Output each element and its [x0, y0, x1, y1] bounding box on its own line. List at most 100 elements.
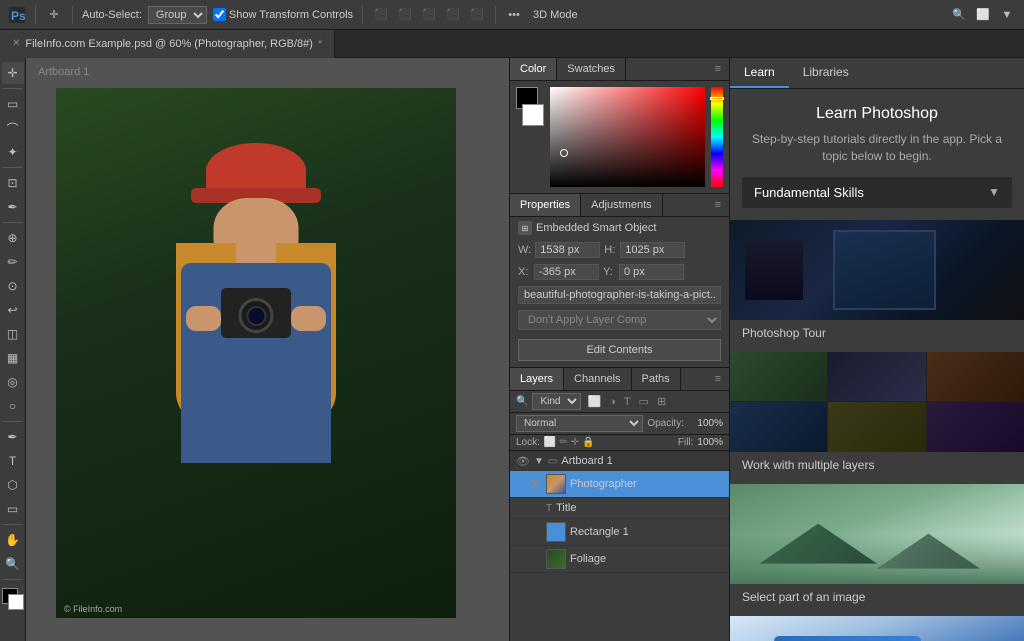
learn-title: Learn Photoshop [750, 105, 1004, 123]
lock-artboard-icon[interactable]: 🔒 [582, 437, 594, 448]
healing-tool[interactable]: ⊕ [2, 227, 24, 249]
swatches-tab[interactable]: Swatches [557, 58, 626, 80]
lock-label: Lock: [516, 437, 540, 448]
y-input[interactable] [619, 264, 684, 280]
transform-checkbox-label[interactable]: Show Transform Controls [213, 8, 353, 21]
eyedropper-tool[interactable]: ✒ [2, 196, 24, 218]
pixel-filter-btn[interactable]: ⬜ [585, 394, 603, 409]
tutorial-card-layers[interactable]: Work with multiple layers [730, 352, 1024, 482]
channels-tab[interactable]: Channels [564, 368, 631, 390]
layer-item-rectangle[interactable]: 👁 Rectangle 1 [510, 519, 729, 546]
libraries-tab[interactable]: Libraries [789, 58, 863, 88]
rectangle-visibility[interactable]: 👁 [528, 525, 542, 539]
more-icon[interactable]: ••• [505, 6, 523, 24]
smart-filter-btn[interactable]: ⊞ [655, 394, 668, 409]
color-hue-spectrum[interactable] [711, 87, 723, 187]
move-tool-icon[interactable]: ✛ [45, 6, 63, 24]
color-panel-menu[interactable]: ≡ [707, 58, 729, 80]
paths-tab[interactable]: Paths [632, 368, 681, 390]
layers-tab[interactable]: Layers [510, 368, 564, 390]
foliage-visibility[interactable]: 👁 [528, 552, 542, 566]
height-input[interactable] [620, 242, 685, 258]
lock-pixel-icon[interactable]: ✏ [559, 437, 567, 448]
tutorial-card-select[interactable]: Select part of an image [730, 484, 1024, 614]
layers-search-icon[interactable]: 🔍 [516, 396, 528, 407]
shape-tool[interactable]: ▭ [2, 498, 24, 520]
pen-tool[interactable]: ✒ [2, 426, 24, 448]
lock-position-icon[interactable]: ✛ [571, 437, 579, 448]
distribute2-icon[interactable]: ⬛ [468, 6, 486, 24]
workspace-icon[interactable]: ⬜ [974, 6, 992, 24]
toolbar-separator-3 [362, 6, 363, 24]
quick-select-tool[interactable]: ✦ [2, 141, 24, 163]
file-tab[interactable]: ✕ FileInfo.com Example.psd @ 60% (Photog… [0, 30, 335, 58]
shape-filter-btn[interactable]: ▭ [637, 394, 651, 409]
tab-close-icon[interactable]: ✕ [12, 38, 20, 49]
align-center-icon[interactable]: ⬛ [396, 6, 414, 24]
artboard-visibility[interactable]: 👁 [516, 454, 530, 468]
move-tool[interactable]: ✛ [2, 62, 24, 84]
more-options-icon[interactable]: ▼ [998, 6, 1016, 24]
camera-lens [239, 298, 274, 333]
transform-checkbox[interactable] [213, 8, 226, 21]
gradient-tool[interactable]: ▦ [2, 347, 24, 369]
tool-separator-6 [3, 579, 23, 580]
tool-separator-5 [3, 524, 23, 525]
blend-mode-select[interactable]: Normal [516, 415, 643, 432]
layer-item-title[interactable]: 👁 T Title [510, 498, 729, 519]
eraser-tool[interactable]: ◫ [2, 323, 24, 345]
distribute-icon[interactable]: ⬛ [444, 6, 462, 24]
type-filter-btn[interactable]: T [622, 395, 633, 409]
layer-item-foliage[interactable]: 👁 Foliage [510, 546, 729, 573]
adjustment-filter-btn[interactable]: ◑ [607, 395, 618, 409]
width-input[interactable] [535, 242, 600, 258]
properties-tab[interactable]: Properties [510, 194, 581, 216]
x-input[interactable] [534, 264, 599, 280]
fg-bg-colors[interactable] [2, 588, 24, 610]
clone-tool[interactable]: ⊙ [2, 275, 24, 297]
right-hand [291, 306, 326, 331]
tutorial-card-tour[interactable]: Photoshop Tour [730, 220, 1024, 350]
path-tool[interactable]: ⬡ [2, 474, 24, 496]
artboard-expand-icon[interactable]: ▼ [534, 456, 544, 467]
hand-tool[interactable]: ✋ [2, 529, 24, 551]
artboard-group[interactable]: 👁 ▼ ▭ Artboard 1 [510, 451, 729, 471]
layers-panel-menu[interactable]: ≡ [707, 368, 729, 390]
blur-tool[interactable]: ◎ [2, 371, 24, 393]
layer-comp-select[interactable]: Don't Apply Layer Comp [518, 310, 721, 330]
tutorial-label-select: Select part of an image [730, 584, 1024, 614]
color-gradient-field[interactable] [550, 87, 705, 187]
tool-separator-4 [3, 421, 23, 422]
right-panels: Color Swatches ≡ [509, 58, 729, 641]
background-color-swatch[interactable] [522, 104, 544, 126]
align-left-icon[interactable]: ⬛ [372, 6, 390, 24]
brush-tool[interactable]: ✏ [2, 251, 24, 273]
gradient-saturation-brightness[interactable] [550, 87, 705, 187]
dodge-tool[interactable]: ○ [2, 395, 24, 417]
lock-transparent-icon[interactable]: ⬜ [544, 437, 556, 448]
fundamental-skills-dropdown[interactable]: Fundamental Skills ▼ [742, 177, 1012, 208]
zoom-tool[interactable]: 🔍 [2, 553, 24, 575]
photographer-visibility[interactable]: 👁 [528, 477, 542, 491]
search-icon[interactable]: 🔍 [950, 6, 968, 24]
kind-select[interactable]: Kind [532, 393, 581, 410]
properties-panel-menu[interactable]: ≡ [707, 194, 729, 216]
crop-tool[interactable]: ⊡ [2, 172, 24, 194]
background-color[interactable] [8, 594, 24, 610]
edit-contents-button[interactable]: Edit Contents [518, 339, 721, 361]
marquee-tool[interactable]: ▭ [2, 93, 24, 115]
group-select[interactable]: Group [148, 6, 207, 24]
history-brush-tool[interactable]: ↩ [2, 299, 24, 321]
color-tab[interactable]: Color [510, 58, 557, 80]
title-visibility[interactable]: 👁 [528, 501, 542, 515]
learn-tab[interactable]: Learn [730, 58, 789, 88]
layer-item-photographer[interactable]: 👁 Photographer [510, 471, 729, 498]
filename-field[interactable] [518, 286, 721, 304]
lasso-tool[interactable]: ⌒ [2, 117, 24, 139]
adjustments-tab[interactable]: Adjustments [581, 194, 663, 216]
x-label: X: [518, 266, 530, 278]
align-right-icon[interactable]: ⬛ [420, 6, 438, 24]
tutorial-card-mask[interactable]: Use a layer mask to add an object to an … [730, 616, 1024, 641]
text-tool[interactable]: T [2, 450, 24, 472]
gradient-cursor [560, 149, 568, 157]
